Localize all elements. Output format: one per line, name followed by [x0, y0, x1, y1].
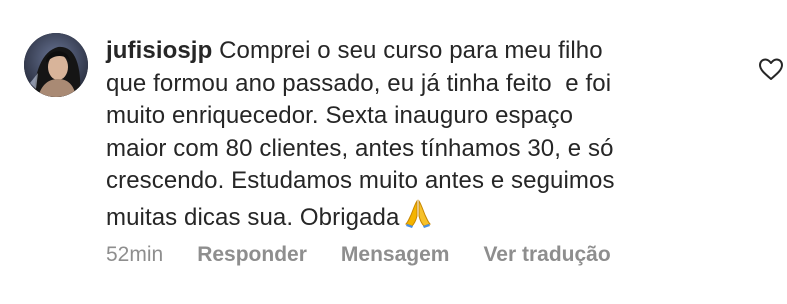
comment-text-line-3: muito enriquecedor. Sexta inauguro espaç…: [106, 102, 574, 129]
like-button[interactable]: [758, 57, 784, 81]
heart-outline-icon: [759, 58, 783, 80]
comment-timestamp: 52min: [106, 243, 164, 266]
avatar-image: [24, 33, 88, 97]
comment-text-line-1: Comprei o seu curso para meu filho: [219, 37, 603, 64]
folded-hands-emoji-icon: [403, 198, 433, 228]
comment-text-line-4: maior com 80 clientes, antes tínhamos 30…: [106, 134, 614, 162]
see-translation-button[interactable]: Ver tradução: [483, 243, 610, 267]
avatar[interactable]: [24, 33, 88, 97]
comment-text-line-5: crescendo. Estudamos muito antes e segui…: [106, 167, 615, 194]
comment-body: jufisiosjp Comprei o seu curso para meu …: [106, 35, 706, 234]
comment-text-line-6: muitas dicas sua. Obrigada: [106, 203, 400, 231]
comment-line-6: muitas dicas sua. Obrigada: [106, 198, 706, 235]
comment-meta: 52min Responder Mensagem Ver tradução: [106, 240, 611, 270]
message-button[interactable]: Mensagem: [341, 243, 450, 267]
comment-text-line-2: que formou ano passado, eu já tinha feit…: [106, 69, 612, 97]
comment-username[interactable]: jufisiosjp: [106, 37, 212, 64]
comment-line-1: jufisiosjp Comprei o seu curso para meu …: [106, 35, 706, 68]
reply-button[interactable]: Responder: [197, 243, 307, 267]
